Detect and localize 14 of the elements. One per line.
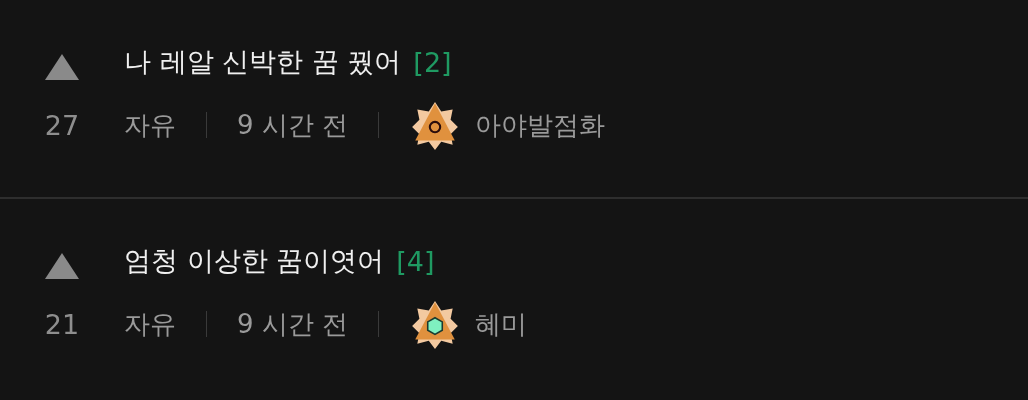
author-name[interactable]: 혜미 [475,306,528,342]
upvote-icon[interactable] [45,54,79,80]
upvote-icon[interactable] [45,253,79,279]
vote-count: 27 [44,110,80,141]
post-category: 자유 [124,108,176,142]
post-time: 9 시간 전 [237,307,349,341]
comment-count: [2] [413,46,452,78]
comment-count: [4] [396,245,435,277]
author-name[interactable]: 아야발점화 [475,107,606,143]
post-category: 자유 [124,307,176,341]
post-title[interactable]: 나 레알 신박한 꿈 꿨어 [124,44,402,80]
post-title[interactable]: 엄청 이상한 꿈이엿어 [124,243,385,279]
vote-count: 21 [44,309,80,340]
post-time: 9 시간 전 [237,108,349,142]
